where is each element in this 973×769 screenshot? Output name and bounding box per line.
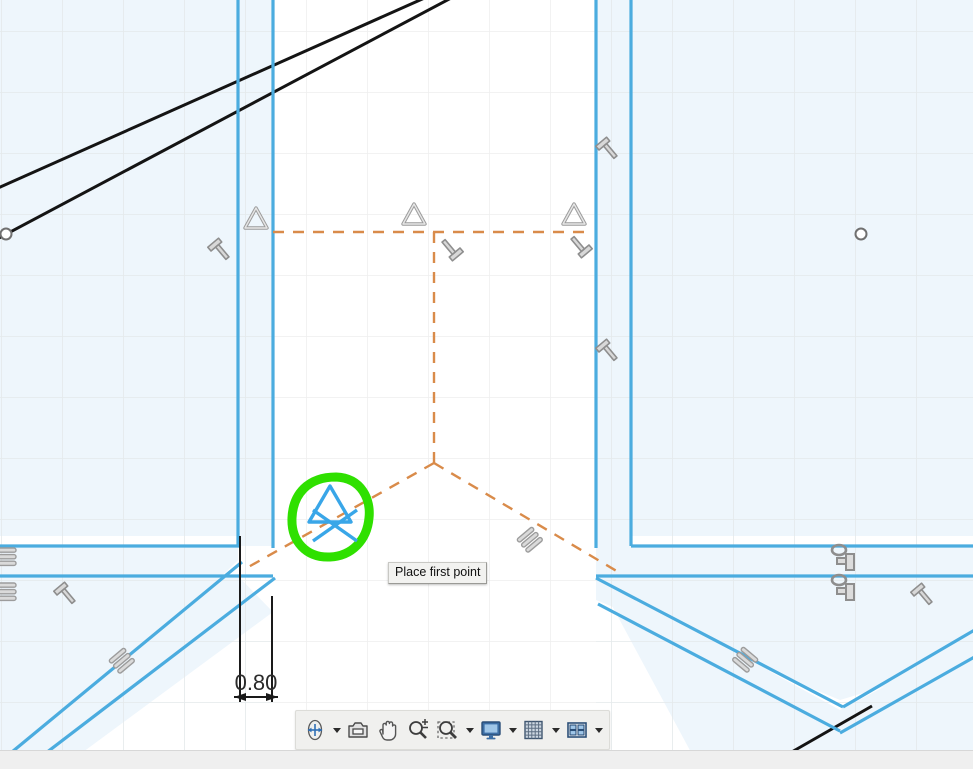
tooltip-text: Place first point — [395, 565, 481, 579]
cad-sketch-window: 0.80 Place first point — [0, 0, 973, 769]
toolbar-item-pan[interactable] — [373, 711, 403, 749]
toolbar-item-grid-snaps[interactable] — [519, 711, 562, 749]
sketch-point[interactable] — [854, 227, 868, 241]
dimension-value[interactable]: 0.80 — [235, 670, 278, 695]
display-icon[interactable] — [476, 714, 506, 746]
orbit-icon[interactable] — [300, 714, 330, 746]
toolbar-item-display-settings[interactable] — [476, 711, 519, 749]
constraint-parallel[interactable] — [0, 582, 17, 602]
viewports-dropdown-caret[interactable] — [592, 715, 605, 745]
grid-snaps-dropdown-caret[interactable] — [549, 715, 562, 745]
status-bar — [0, 750, 973, 769]
zoom-window-dropdown-caret[interactable] — [463, 715, 476, 745]
constraint-parallel[interactable] — [0, 547, 17, 567]
look-at-icon[interactable] — [343, 714, 373, 746]
navigation-toolbar[interactable] — [295, 710, 610, 750]
sketch-canvas[interactable]: 0.80 — [0, 0, 973, 769]
toolbar-item-zoom[interactable] — [403, 711, 433, 749]
toolbar-item-viewports[interactable] — [562, 711, 605, 749]
tooltip: Place first point — [388, 562, 488, 584]
toolbar-item-orbit[interactable] — [300, 711, 343, 749]
pan-hand-icon[interactable] — [373, 714, 403, 746]
viewports-icon[interactable] — [562, 714, 592, 746]
toolbar-item-zoom-window[interactable] — [433, 711, 476, 749]
display-dropdown-caret[interactable] — [506, 715, 519, 745]
sketch-point[interactable] — [0, 227, 13, 241]
grid-snaps-icon[interactable] — [519, 714, 549, 746]
orbit-dropdown-caret[interactable] — [330, 715, 343, 745]
zoom-window-icon[interactable] — [433, 714, 463, 746]
zoom-icon[interactable] — [403, 714, 433, 746]
toolbar-item-look-at[interactable] — [343, 711, 373, 749]
